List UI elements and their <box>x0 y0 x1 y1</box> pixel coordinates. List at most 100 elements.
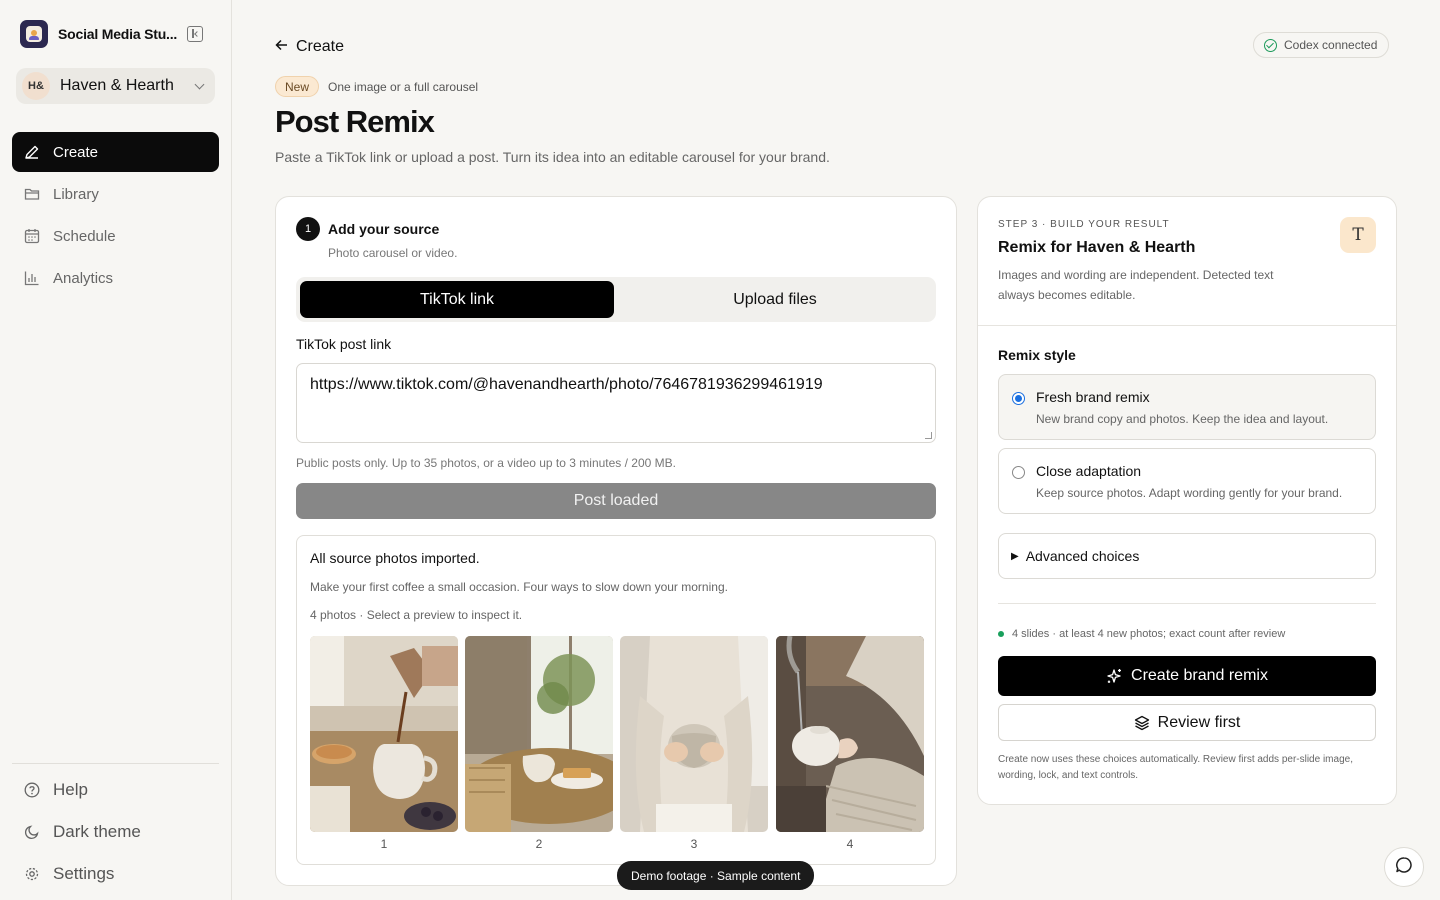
pencil-icon <box>24 144 40 160</box>
review-first-button[interactable]: Review first <box>998 704 1376 741</box>
main-nav: Create Library Schedule Analytics <box>12 132 219 300</box>
collapse-sidebar-icon[interactable] <box>187 26 203 42</box>
photo-label: 4 <box>846 837 854 851</box>
photo-thumbnail-1[interactable] <box>310 636 458 832</box>
back-link-label: Create <box>296 38 345 55</box>
url-help-text: Public posts only. Up to 35 photos, or a… <box>296 456 676 470</box>
sidebar: Social Media Stu... H& Haven & Hearth Cr… <box>0 0 232 900</box>
option-fresh-brand-remix[interactable]: Fresh brand remix New brand copy and pho… <box>998 374 1376 440</box>
sidebar-item-label: Dark theme <box>53 822 141 841</box>
layers-icon <box>1134 715 1150 731</box>
imported-photos-panel: All source photos imported. Make your fi… <box>296 535 936 865</box>
tab-tiktok-link[interactable]: TikTok link <box>300 281 614 318</box>
source-card: 1 Add your source Photo carousel or vide… <box>275 196 957 886</box>
option-description: Keep source photos. Adapt wording gently… <box>1036 486 1343 500</box>
sidebar-item-label: Help <box>53 780 88 799</box>
workspace-avatar: H& <box>22 72 50 100</box>
result-description: Images and wording are independent. Dete… <box>998 268 1274 302</box>
text-type-icon: T <box>1340 217 1376 253</box>
tab-upload-files[interactable]: Upload files <box>618 281 932 318</box>
sidebar-divider <box>12 763 219 764</box>
source-type-toggle: TikTok link Upload files <box>296 277 936 322</box>
sidebar-item-label: Schedule <box>53 227 116 245</box>
advanced-choices-toggle[interactable]: ▶ Advanced choices <box>998 533 1376 579</box>
resize-handle-icon[interactable] <box>925 432 932 439</box>
help-circle-icon <box>24 782 40 798</box>
sidebar-item-analytics[interactable]: Analytics <box>12 258 219 298</box>
result-card: STEP 3 · BUILD YOUR RESULT Remix for Hav… <box>977 196 1397 805</box>
photo-count: 4 photos · Select a preview to inspect i… <box>310 608 523 622</box>
photo-label: 2 <box>535 837 543 851</box>
calendar-icon <box>24 228 40 244</box>
workspace-name: Haven & Hearth <box>60 77 174 94</box>
photo-thumbnails: 1 2 3 4 <box>310 636 925 856</box>
step-number: 1 <box>296 217 320 241</box>
moon-icon <box>24 824 40 840</box>
divider <box>978 325 1396 326</box>
sidebar-item-create[interactable]: Create <box>12 132 219 172</box>
photo-thumbnail-4[interactable] <box>776 636 924 832</box>
sidebar-item-dark-theme[interactable]: Dark theme <box>12 812 219 852</box>
sidebar-item-label: Library <box>53 185 99 203</box>
import-status: All source photos imported. <box>310 550 480 566</box>
result-footnote: Create now uses these choices automatica… <box>998 754 1353 781</box>
triangle-right-icon: ▶ <box>1011 550 1019 562</box>
chat-button[interactable] <box>1384 847 1424 887</box>
url-field-label: TikTok post link <box>296 336 392 352</box>
sidebar-item-schedule[interactable]: Schedule <box>12 216 219 256</box>
slides-note: 4 slides · at least 4 new photos; exact … <box>998 628 1285 640</box>
slides-note-text: 4 slides · at least 4 new photos; exact … <box>1012 628 1286 640</box>
option-title: Fresh brand remix <box>1036 389 1150 405</box>
app-name: Social Media Stu... <box>58 26 178 42</box>
option-title: Close adaptation <box>1036 463 1142 479</box>
sidebar-item-help[interactable]: Help <box>12 770 219 810</box>
app-logo <box>20 20 48 48</box>
connection-status-label: Codex connected <box>1284 38 1378 52</box>
sidebar-item-library[interactable]: Library <box>12 174 219 214</box>
new-badge: New <box>275 76 320 97</box>
page-title: Post Remix <box>275 104 435 139</box>
connection-status-badge: Codex connected <box>1253 32 1390 58</box>
page-subtitle: Paste a TikTok link or upload a post. Tu… <box>275 149 830 165</box>
chevron-down-icon <box>194 79 205 90</box>
tiktok-url-value: https://www.tiktok.com/@havenandhearth/p… <box>310 376 823 393</box>
main-content: Create Codex connected New One image or … <box>232 0 1440 900</box>
result-title: Remix for Haven & Hearth <box>998 239 1196 256</box>
status-dot <box>998 631 1004 637</box>
source-title: Add your source <box>328 221 440 237</box>
sidebar-item-label: Create <box>53 143 99 161</box>
option-description: New brand copy and photos. Keep the idea… <box>1036 412 1329 426</box>
radio-selected[interactable] <box>1012 392 1025 405</box>
photo-thumbnail-3[interactable] <box>620 636 768 832</box>
demo-footage-pill: Demo footage · Sample content <box>617 861 815 890</box>
step-kicker: STEP 3 · BUILD YOUR RESULT <box>998 219 1170 230</box>
arrow-left-icon <box>275 38 288 56</box>
create-button-label: Create brand remix <box>1131 667 1268 684</box>
tiktok-url-input[interactable]: https://www.tiktok.com/@havenandhearth/p… <box>296 363 936 443</box>
advanced-choices-label: Advanced choices <box>1025 548 1140 564</box>
feature-tag-text: One image or a full carousel <box>328 79 479 94</box>
sidebar-footer: Help Dark theme Settings <box>12 770 219 896</box>
workspace-switcher[interactable]: H& Haven & Hearth <box>16 68 215 104</box>
folder-icon <box>24 186 40 202</box>
option-close-adaptation[interactable]: Close adaptation Keep source photos. Ada… <box>998 448 1376 514</box>
brand[interactable]: Social Media Stu... <box>20 20 177 48</box>
sidebar-item-settings[interactable]: Settings <box>12 854 219 894</box>
create-brand-remix-button[interactable]: Create brand remix <box>998 656 1376 696</box>
review-button-label: Review first <box>1157 713 1241 731</box>
post-caption: Make your first coffee a small occasion.… <box>310 580 728 594</box>
feature-tag-row: New One image or a full carousel <box>275 76 478 97</box>
post-loaded-button[interactable]: Post loaded <box>296 483 936 519</box>
divider <box>998 603 1376 604</box>
source-subtitle: Photo carousel or video. <box>328 246 458 260</box>
sparkles-icon <box>1106 668 1123 685</box>
sidebar-item-label: Settings <box>53 864 115 883</box>
back-link[interactable]: Create <box>275 38 344 56</box>
photo-thumbnail-2[interactable] <box>465 636 613 832</box>
check-circle-icon <box>1264 38 1277 52</box>
gear-icon <box>24 866 40 882</box>
radio-unselected[interactable] <box>1012 466 1025 479</box>
sidebar-item-label: Analytics <box>53 269 114 287</box>
remix-style-label: Remix style <box>998 347 1076 363</box>
chat-bubble-icon <box>1395 856 1413 879</box>
